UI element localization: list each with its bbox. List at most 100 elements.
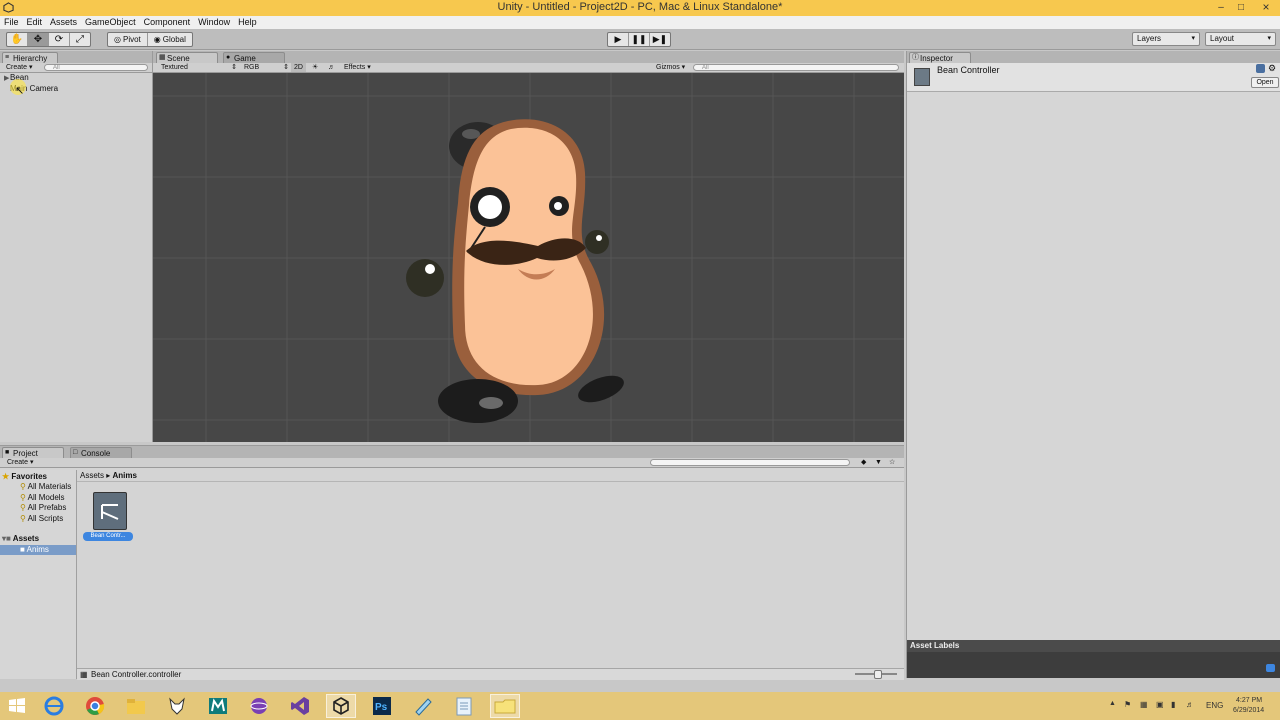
folder-window-icon[interactable]: [490, 694, 520, 718]
file-explorer-icon[interactable]: [121, 694, 151, 718]
notepad-icon[interactable]: [449, 694, 479, 718]
render-mode-dropdown[interactable]: RGB ⇕: [241, 63, 291, 72]
tab-game-label: Game: [234, 54, 256, 63]
tab-console[interactable]: □ Console: [70, 447, 132, 458]
close-button[interactable]: ×: [1254, 0, 1278, 15]
anims-folder[interactable]: ■ Anims: [0, 545, 76, 555]
lighting-icon[interactable]: ☀: [309, 63, 321, 72]
hand-tool-icon[interactable]: ✋: [7, 33, 28, 46]
favorite-item[interactable]: ⚲ All Scripts: [20, 514, 63, 523]
assets-folder[interactable]: ▾■ Assets: [2, 534, 39, 543]
rotate-tool-icon[interactable]: ⟳: [49, 33, 70, 46]
chrome-icon[interactable]: [80, 694, 110, 718]
left-hand: [406, 259, 444, 297]
favorites-header[interactable]: ★ Favorites: [2, 472, 47, 481]
playback-controls: ▶ ❚❚ ▶❚: [607, 32, 671, 47]
tray-flag-icon[interactable]: ⚑: [1124, 700, 1131, 709]
filter-label-icon[interactable]: ▼: [872, 458, 885, 467]
breadcrumb-anims[interactable]: Anims: [112, 471, 136, 480]
menu-gameobject[interactable]: GameObject: [81, 16, 140, 27]
unity-taskbar-icon[interactable]: [326, 694, 356, 718]
tab-hierarchy[interactable]: ≡ Hierarchy: [2, 52, 58, 63]
menu-assets[interactable]: Assets: [46, 16, 81, 27]
tab-scene[interactable]: ▦ Scene: [156, 52, 218, 63]
fox-app-icon[interactable]: [162, 694, 192, 718]
filter-type-icon[interactable]: ◆: [858, 458, 869, 467]
asset-grid: Bean Contr...: [77, 481, 904, 667]
asset-item-label[interactable]: Bean Contr...: [83, 532, 133, 541]
hierarchy-search-input[interactable]: All: [44, 64, 148, 71]
layout-dropdown[interactable]: Layout ▾: [1205, 32, 1276, 46]
favorite-item[interactable]: ⚲ All Models: [20, 493, 65, 502]
tray-app-icon[interactable]: ▦: [1140, 700, 1148, 709]
tray-expand-icon[interactable]: ▲: [1109, 700, 1116, 707]
shading-dropdown[interactable]: Textured ⇕: [158, 63, 239, 72]
clock-date[interactable]: 6/29/2014: [1233, 707, 1264, 714]
purple-sphere-icon[interactable]: [244, 694, 274, 718]
asset-labels-header: Asset Labels: [907, 640, 1280, 652]
pivot-button[interactable]: ◎ Pivot: [108, 33, 148, 46]
menu-file[interactable]: File: [0, 16, 23, 27]
folder-icon: ▾■: [2, 534, 11, 543]
project-subbar: Create ▾ ◆ ▼ ☆: [0, 458, 904, 468]
tab-inspector[interactable]: ⓘ Inspector: [909, 52, 971, 63]
effects-dropdown[interactable]: Effects ▾: [341, 63, 374, 72]
gizmos-dropdown[interactable]: Gizmos ▾: [653, 63, 688, 72]
volume-icon[interactable]: ♬: [1186, 700, 1194, 709]
asset-label-button[interactable]: [1266, 664, 1275, 672]
2d-toggle[interactable]: 2D: [291, 63, 306, 72]
open-button[interactable]: Open: [1251, 77, 1279, 88]
scene-viewport[interactable]: [153, 73, 904, 442]
chevron-down-icon: ▾: [1267, 35, 1271, 42]
photoshop-icon[interactable]: Ps: [367, 694, 397, 718]
scale-tool-icon[interactable]: ⤢: [70, 33, 90, 46]
search-icon: ⚲: [20, 493, 26, 502]
project-search-input[interactable]: [650, 459, 850, 466]
favorite-item[interactable]: ⚲ All Materials: [20, 482, 71, 491]
maya-icon[interactable]: [203, 694, 233, 718]
pause-icon[interactable]: ❚❚: [629, 33, 650, 46]
hierarchy-create-button[interactable]: Create ▾: [3, 63, 35, 72]
project-create-button[interactable]: Create ▾: [4, 458, 36, 467]
favorite-label: All Models: [27, 493, 65, 502]
assets-label: Assets: [12, 534, 40, 543]
render-mode-label: RGB: [244, 64, 260, 71]
audio-icon[interactable]: ♬: [325, 63, 338, 72]
hierarchy-panel: ≡ Hierarchy Create ▾ All ▶ Bean Main Came…: [0, 51, 153, 442]
controller-graph-icon: [101, 504, 119, 520]
menu-edit[interactable]: Edit: [23, 16, 47, 27]
left-foot: [438, 379, 518, 423]
maximize-button[interactable]: □: [1229, 0, 1253, 15]
step-icon[interactable]: ▶❚: [650, 33, 670, 46]
move-tool-icon[interactable]: ✥: [28, 33, 49, 46]
scene-tabstrip: ▦ Scene ● Game: [153, 51, 904, 63]
paint-icon[interactable]: [408, 694, 438, 718]
play-icon[interactable]: ▶: [608, 33, 629, 46]
gear-icon[interactable]: ⚙: [1268, 63, 1276, 74]
tab-console-label: Console: [81, 449, 111, 458]
menu-help[interactable]: Help: [234, 16, 261, 27]
visual-studio-icon[interactable]: [285, 694, 315, 718]
menu-component[interactable]: Component: [140, 16, 195, 27]
tab-project[interactable]: ■ Project: [2, 447, 64, 458]
animator-controller-icon[interactable]: [93, 492, 127, 530]
language-indicator[interactable]: ENG: [1206, 701, 1223, 710]
clock-time[interactable]: 4:27 PM: [1236, 697, 1262, 704]
layers-dropdown[interactable]: Layers ▾: [1132, 32, 1200, 46]
tab-game[interactable]: ● Game: [223, 52, 285, 63]
scene-search-input[interactable]: All: [693, 64, 899, 71]
internet-explorer-icon[interactable]: [39, 694, 69, 718]
favorite-star-icon[interactable]: ☆: [886, 458, 898, 467]
global-button[interactable]: ◉ Global: [148, 33, 192, 46]
windows-start-icon[interactable]: [2, 694, 32, 718]
gamepad-icon: ●: [226, 54, 231, 61]
expand-arrow-icon[interactable]: ▶: [4, 74, 9, 82]
favorite-item[interactable]: ⚲ All Prefabs: [20, 503, 66, 512]
menu-window[interactable]: Window: [194, 16, 234, 27]
zoom-slider-handle[interactable]: [874, 670, 882, 679]
network-icon[interactable]: ▮: [1171, 700, 1175, 709]
bean-sprite[interactable]: [153, 73, 904, 442]
help-book-icon[interactable]: [1256, 64, 1265, 73]
breadcrumb-assets[interactable]: Assets: [80, 471, 104, 480]
tray-app-icon[interactable]: ▣: [1156, 700, 1164, 709]
